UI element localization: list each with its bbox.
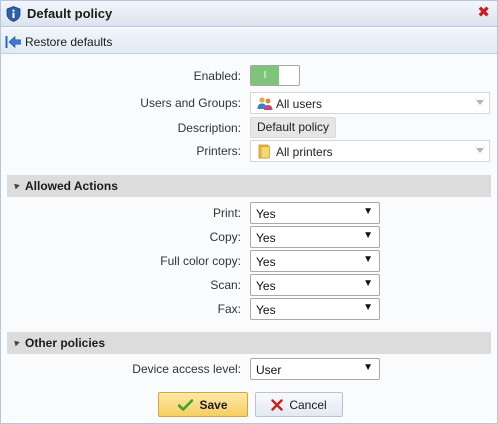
device-access-value: User (256, 363, 282, 377)
full-color-copy-row: Full color copy: Yes ▼ (1, 250, 497, 272)
full-color-copy-select[interactable]: Yes ▼ (250, 250, 380, 272)
device-access-label: Device access level: (132, 362, 241, 376)
fax-label: Fax: (217, 302, 241, 316)
collapse-triangle-icon (12, 181, 20, 190)
fax-select[interactable]: Yes ▼ (250, 298, 380, 320)
collapse-triangle-icon (12, 338, 20, 347)
dialog-title: Default policy (27, 6, 113, 21)
copy-value: Yes (256, 231, 276, 245)
print-row: Print: Yes ▼ (1, 202, 497, 224)
allowed-actions-title: Allowed Actions (25, 179, 118, 193)
enabled-row: Enabled: I (1, 65, 497, 87)
users-groups-row: Users and Groups: All users (1, 92, 497, 114)
users-groups-value: All users (276, 97, 323, 111)
dropdown-arrow-icon: ▼ (363, 206, 373, 217)
toolbar: Restore defaults (1, 28, 497, 54)
dropdown-arrow-icon: ▼ (363, 362, 373, 373)
printers-label: Printers: (196, 144, 241, 158)
fax-row: Fax: Yes ▼ (1, 298, 497, 320)
chevron-down-icon (476, 100, 484, 105)
title-bar: Default policy ✖ (1, 1, 497, 27)
description-label: Description: (177, 121, 241, 135)
other-policies-title: Other policies (25, 336, 106, 350)
restore-icon (5, 35, 21, 48)
restore-defaults-label: Restore defaults (25, 34, 113, 49)
dropdown-arrow-icon: ▼ (363, 278, 373, 289)
cancel-label: Cancel (289, 397, 327, 412)
dropdown-arrow-icon: ▼ (363, 302, 373, 313)
chevron-down-icon (476, 148, 484, 153)
dropdown-arrow-icon: ▼ (363, 230, 373, 241)
enabled-label: Enabled: (193, 69, 241, 83)
enabled-toggle[interactable]: I (250, 65, 300, 86)
device-access-row: Device access level: User ▼ (1, 358, 497, 380)
printers-combobox[interactable]: All printers (250, 140, 490, 162)
scan-row: Scan: Yes ▼ (1, 274, 497, 296)
device-access-select[interactable]: User ▼ (250, 358, 380, 380)
scan-select[interactable]: Yes ▼ (250, 274, 380, 296)
full-color-copy-label: Full color copy: (160, 254, 241, 268)
restore-defaults-button[interactable]: Restore defaults (5, 33, 112, 50)
scan-label: Scan: (210, 278, 241, 292)
print-label: Print: (212, 206, 241, 220)
copy-row: Copy: Yes ▼ (1, 226, 497, 248)
save-button[interactable]: Save (158, 392, 248, 417)
copy-label: Copy: (209, 230, 241, 244)
users-groups-combobox[interactable]: All users (250, 92, 490, 114)
print-select[interactable]: Yes ▼ (250, 202, 380, 224)
policy-dialog: Default policy ✖ Restore defaults Enable… (0, 0, 498, 424)
printers-row: Printers: All printers (1, 140, 497, 162)
cross-icon (271, 398, 284, 411)
folder-icon (258, 144, 270, 159)
description-value[interactable]: Default policy (250, 117, 337, 138)
shield-info-icon (6, 6, 21, 22)
users-groups-label: Users and Groups: (140, 96, 241, 110)
save-label: Save (199, 397, 228, 412)
description-row: Description: Default policy (1, 117, 497, 139)
cancel-button[interactable]: Cancel (255, 392, 343, 417)
close-icon[interactable]: ✖ (477, 4, 490, 22)
copy-select[interactable]: Yes ▼ (250, 226, 380, 248)
other-policies-header[interactable]: Other policies (7, 332, 491, 354)
users-group-icon (257, 97, 273, 110)
dropdown-arrow-icon: ▼ (363, 254, 373, 265)
full-color-copy-value: Yes (256, 255, 276, 269)
fax-value: Yes (256, 303, 276, 317)
scan-value: Yes (256, 279, 276, 293)
checkmark-icon (178, 398, 194, 411)
toggle-on-indicator: I (251, 66, 279, 85)
printers-value: All printers (276, 145, 333, 159)
allowed-actions-header[interactable]: Allowed Actions (7, 175, 491, 197)
print-value: Yes (256, 207, 276, 221)
